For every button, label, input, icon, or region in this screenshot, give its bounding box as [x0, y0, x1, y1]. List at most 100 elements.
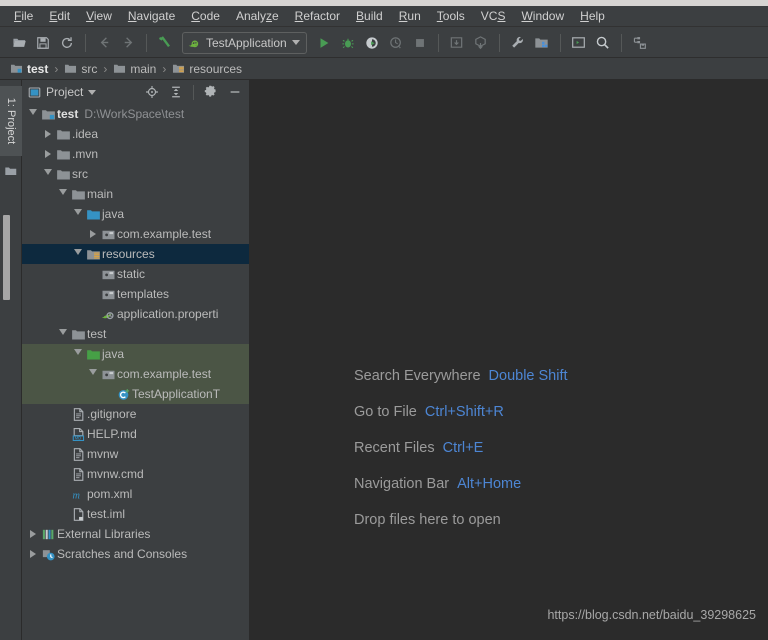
tree-node-icon [54, 127, 72, 142]
editor-hint-2: Go to File Ctrl+Shift+R [354, 404, 568, 420]
tree-node-test-iml[interactable]: test.iml [22, 504, 249, 524]
menu-item-vcs[interactable]: VCS [473, 7, 514, 25]
breadcrumb-item-resources[interactable]: resources [170, 61, 244, 77]
chevron-down-icon[interactable] [88, 89, 97, 95]
menu-item-edit[interactable]: Edit [41, 7, 78, 25]
tree-twisty-closed[interactable] [26, 544, 39, 564]
collapse-all-icon[interactable] [166, 82, 186, 102]
terminal-icon[interactable] [568, 32, 590, 54]
toolbar-separator [85, 33, 86, 52]
tree-node-resources[interactable]: resources [22, 244, 249, 264]
menu-item-help[interactable]: Help [572, 7, 613, 25]
tree-node-external-libraries[interactable]: External Libraries [22, 524, 249, 544]
breadcrumb-item-test[interactable]: test [8, 61, 50, 77]
update-project-icon[interactable] [446, 32, 468, 54]
breadcrumb-item-src[interactable]: src [62, 61, 99, 77]
tree-twisty-closed[interactable] [86, 224, 99, 244]
breadcrumb-item-main[interactable]: main [111, 61, 158, 77]
tree-node-main[interactable]: main [22, 184, 249, 204]
build-hammer-icon[interactable] [154, 32, 176, 54]
tree-node-templates[interactable]: templates [22, 284, 249, 304]
save-all-icon[interactable] [32, 32, 54, 54]
run-icon[interactable] [313, 32, 335, 54]
tree-twisty-open[interactable] [71, 344, 84, 364]
locate-target-icon[interactable] [142, 82, 162, 102]
vertical-scrollbar-thumb[interactable] [3, 215, 10, 300]
resources-folder-icon [173, 64, 185, 73]
tree-twisty-closed[interactable] [41, 144, 54, 164]
run-with-coverage-icon[interactable] [361, 32, 383, 54]
database-save-icon[interactable] [629, 32, 651, 54]
menu-item-window[interactable]: Window [513, 7, 572, 25]
settings-wrench-icon[interactable] [507, 32, 529, 54]
tree-node--idea[interactable]: .idea [22, 124, 249, 144]
profile-icon[interactable] [385, 32, 407, 54]
tree-node-mvnw-cmd[interactable]: mvnw.cmd [22, 464, 249, 484]
run-configuration-selector[interactable]: TestApplication [182, 31, 307, 54]
hint-shortcut: Ctrl+Shift+R [424, 404, 504, 420]
tree-node-icon [54, 167, 72, 182]
tree-node-label: application.properti [117, 307, 219, 321]
menu-item-run[interactable]: Run [391, 7, 429, 25]
chevron-down-icon[interactable] [291, 40, 300, 45]
project-view-selector[interactable]: Project [28, 85, 97, 99]
tree-node-pom-xml[interactable]: m pom.xml [22, 484, 249, 504]
tree-node-com-example-test[interactable]: com.example.test [22, 224, 249, 244]
triangle-down-icon [43, 169, 52, 179]
tree-node-mvnw[interactable]: mvnw [22, 444, 249, 464]
tree-node-label: java [102, 207, 125, 221]
tool-window-tab-project[interactable]: 1: Project [0, 86, 22, 156]
tree-node-com-example-test[interactable]: com.example.test [22, 364, 249, 384]
editor-hints-list: Search Everywhere Double Shift Go to File C… [354, 368, 568, 528]
tree-node-label: test [87, 327, 107, 341]
tree-node-help-md[interactable]: MD HELP.md [22, 424, 249, 444]
menu-item-navigate[interactable]: Navigate [120, 7, 183, 25]
search-icon[interactable] [592, 32, 614, 54]
tree-twisty-open[interactable] [71, 204, 84, 224]
tree-twisty-open[interactable] [56, 184, 69, 204]
tree-twisty-open[interactable] [41, 164, 54, 184]
commit-icon[interactable] [470, 32, 492, 54]
open-folder-icon[interactable] [8, 32, 30, 54]
settings-gear-icon[interactable] [201, 82, 221, 102]
tree-node-application-properti[interactable]: application.properti [22, 304, 249, 324]
menu-item-view[interactable]: View [78, 7, 120, 25]
tree-node-icon [39, 527, 57, 542]
tree-node-java[interactable]: java [22, 204, 249, 224]
tree-node-test[interactable]: test [22, 324, 249, 344]
project-folder-icon[interactable] [4, 164, 18, 181]
tree-twisty-open[interactable] [26, 104, 39, 124]
tree-node-static[interactable]: static [22, 264, 249, 284]
tree-node--mvn[interactable]: .mvn [22, 144, 249, 164]
tree-node-testapplicationt[interactable]: TestApplicationT [22, 384, 249, 404]
iml-file-icon [73, 507, 83, 521]
debug-icon[interactable] [337, 32, 359, 54]
tree-twisty-open[interactable] [56, 324, 69, 344]
sync-refresh-icon[interactable] [56, 32, 78, 54]
tree-node-src[interactable]: src [22, 164, 249, 184]
hint-action: Drop files here to open [354, 512, 501, 528]
menu-item-tools[interactable]: Tools [429, 7, 473, 25]
tree-twisty-closed[interactable] [26, 524, 39, 544]
tree-node-java[interactable]: java [22, 344, 249, 364]
back-arrow-icon[interactable] [93, 32, 115, 54]
tree-node-icon [99, 287, 117, 302]
tree-node-label: mvnw.cmd [87, 467, 144, 481]
menu-item-file[interactable]: File [6, 7, 41, 25]
tree-node-test[interactable]: test D:\WorkSpace\test [22, 104, 249, 124]
tree-twisty-closed[interactable] [41, 124, 54, 144]
hide-minimize-icon[interactable] [225, 82, 245, 102]
forward-arrow-icon[interactable] [117, 32, 139, 54]
menu-item-analyze[interactable]: Analyze [228, 7, 287, 25]
tree-node-scratches-and-consoles[interactable]: Scratches and Consoles [22, 544, 249, 564]
project-structure-icon[interactable] [531, 32, 553, 54]
tree-node--gitignore[interactable]: .gitignore [22, 404, 249, 424]
tree-twisty-open[interactable] [86, 364, 99, 384]
menu-item-refactor[interactable]: Refactor [287, 7, 348, 25]
tree-twisty-open[interactable] [71, 244, 84, 264]
stop-icon[interactable] [409, 32, 431, 54]
menu-item-build[interactable]: Build [348, 7, 391, 25]
menu-item-code[interactable]: Code [183, 7, 228, 25]
